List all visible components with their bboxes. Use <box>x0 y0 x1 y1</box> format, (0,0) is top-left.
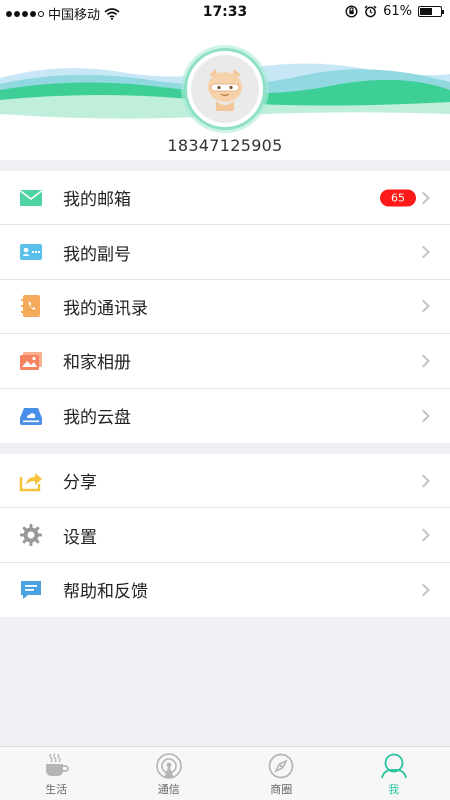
battery-icon <box>418 6 444 17</box>
tab-label: 商圈 <box>270 783 293 796</box>
menu-item-label: 我的通讯录 <box>63 298 148 319</box>
menu-item-label: 我的邮箱 <box>63 190 131 211</box>
share-icon <box>18 468 44 494</box>
menu-item-help-feedback[interactable]: 帮助和反馈 <box>0 563 450 617</box>
cloud-drive-icon <box>18 403 44 429</box>
menu-item-label: 我的副号 <box>63 244 131 265</box>
chevron-right-icon <box>417 583 430 597</box>
menu-item-label: 帮助和反馈 <box>63 582 148 603</box>
tab-label: 生活 <box>45 783 68 796</box>
menu-item-cloud-drive[interactable]: 我的云盘 <box>0 389 450 443</box>
feedback-icon <box>18 577 44 603</box>
id-card-icon <box>18 239 44 265</box>
menu-item-settings[interactable]: 设置 <box>0 508 450 563</box>
chevron-right-icon <box>417 409 430 423</box>
avatar-character-icon <box>208 69 242 111</box>
tab-life[interactable]: 生活 <box>0 747 113 800</box>
rotation-lock-icon <box>345 5 358 18</box>
phone-number: 18347125905 <box>167 136 283 155</box>
alarm-icon <box>364 5 377 18</box>
battery-percent: 61% <box>383 4 412 19</box>
chevron-right-icon <box>417 354 430 368</box>
menu-group-settings: 分享 设置 帮助和反馈 <box>0 454 450 618</box>
menu-item-mailbox[interactable]: 我的邮箱 65 <box>0 171 450 226</box>
photo-album-icon <box>18 348 44 374</box>
menu-item-label: 和家相册 <box>63 353 131 374</box>
tab-communication[interactable]: 通信 <box>113 747 226 800</box>
menu-item-share[interactable]: 分享 <box>0 454 450 509</box>
tab-label: 我 <box>388 783 400 796</box>
avatar[interactable] <box>184 48 266 130</box>
menu-item-secondary-number[interactable]: 我的副号 <box>0 225 450 280</box>
unread-count-badge: 65 <box>380 189 416 207</box>
menu-item-contacts[interactable]: 我的通讯录 <box>0 280 450 335</box>
menu-item-label: 设置 <box>63 527 97 548</box>
user-icon <box>380 753 407 779</box>
bottom-tab-bar: 生活 通信 商圈 我 <box>0 746 450 800</box>
compass-icon <box>268 753 294 779</box>
gear-icon <box>18 522 44 548</box>
mail-icon <box>18 185 44 211</box>
chevron-right-icon <box>417 300 430 313</box>
menu-item-family-album[interactable]: 和家相册 <box>0 334 450 389</box>
chevron-right-icon <box>417 245 430 259</box>
chevron-right-icon <box>417 191 430 205</box>
profile-header: 18347125905 <box>0 24 450 160</box>
status-right: 61% <box>345 4 444 19</box>
status-bar: 中国移动 17:33 61% <box>0 0 450 24</box>
tab-me[interactable]: 我 <box>338 747 450 800</box>
tab-label: 通信 <box>157 783 180 796</box>
menu-item-label: 分享 <box>63 473 97 494</box>
tab-business-circle[interactable]: 商圈 <box>225 747 338 800</box>
chevron-right-icon <box>417 474 430 488</box>
menu-item-label: 我的云盘 <box>63 408 131 429</box>
menu-group-services: 我的邮箱 65 我的副号 我的通讯录 和家相册 我的云盘 <box>0 171 450 443</box>
contacts-book-icon <box>18 293 44 319</box>
chevron-right-icon <box>417 528 430 542</box>
coffee-cup-icon <box>46 753 70 776</box>
antenna-icon <box>155 753 182 779</box>
